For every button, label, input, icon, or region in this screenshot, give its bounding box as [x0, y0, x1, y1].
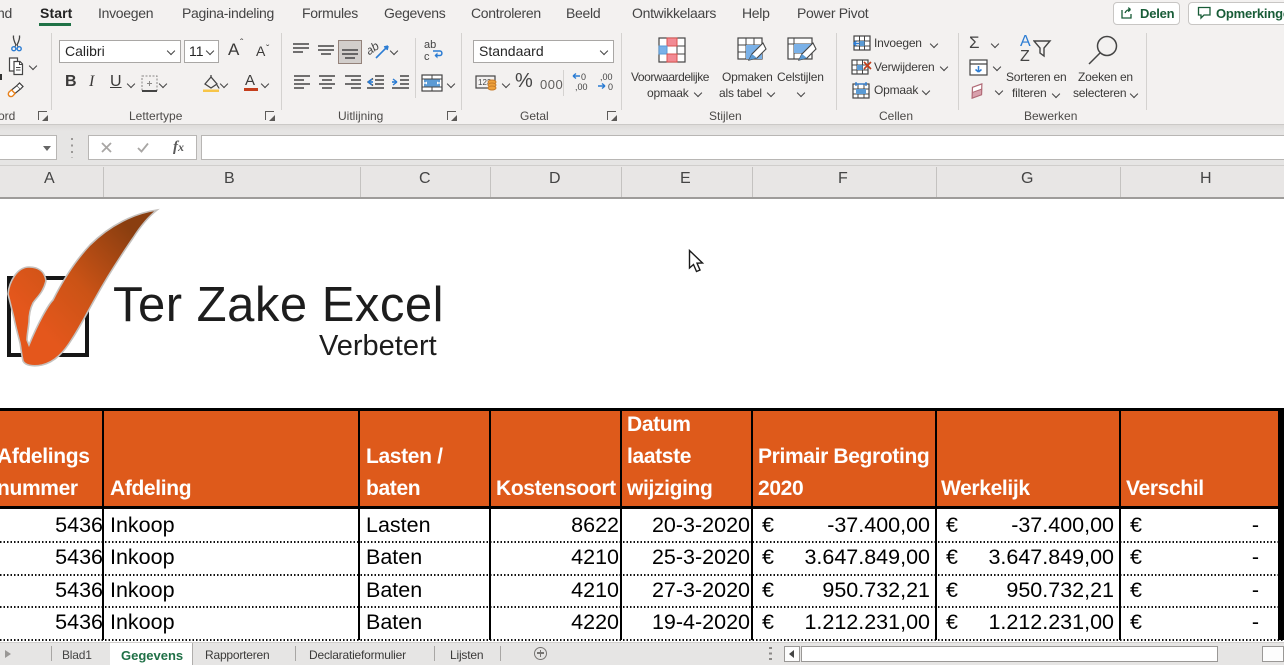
svg-text:,00: ,00 [600, 72, 613, 82]
svg-text:ab: ab [424, 39, 436, 51]
svg-text:0: 0 [581, 72, 586, 82]
svg-text:,00: ,00 [575, 82, 588, 92]
svg-text:0: 0 [608, 82, 613, 92]
svg-text:c: c [424, 51, 430, 62]
